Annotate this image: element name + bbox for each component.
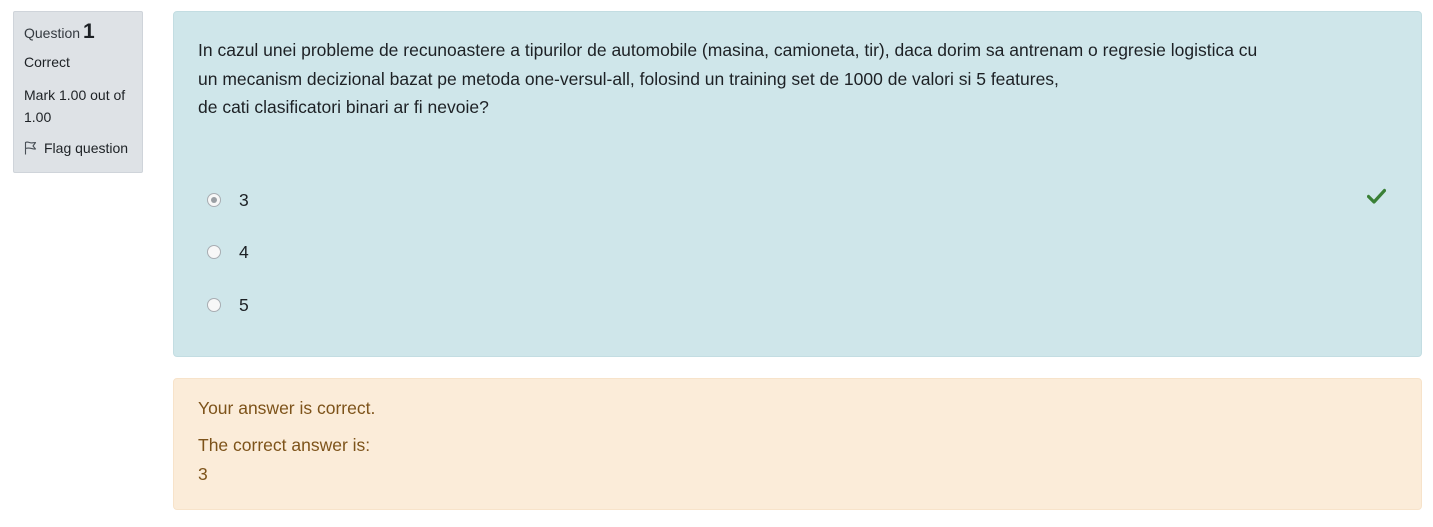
question-text-line: de cati clasificatori binari ar fi nevoi… — [198, 97, 489, 117]
feedback-text: Your answer is correct. — [198, 398, 376, 418]
answer-radio-2[interactable] — [207, 245, 221, 259]
flag-outline-icon — [24, 141, 37, 155]
question-label: Question — [24, 25, 81, 41]
question-number: Question 1 — [24, 20, 132, 44]
right-answer-value: 3 — [198, 464, 208, 484]
question-info-panel: Question 1 Correct Mark 1.00 out of 1.00 … — [13, 11, 143, 173]
answer-option-3[interactable]: 5 — [207, 295, 249, 315]
question-number-value: 1 — [83, 20, 95, 43]
answer-radio-1[interactable] — [207, 193, 221, 207]
answer-label-2: 4 — [239, 242, 249, 262]
question-text-line: un mecanism decizional bazat pe metoda o… — [198, 68, 1059, 89]
flag-question-link[interactable]: Flag question — [24, 139, 132, 157]
answer-option-2[interactable]: 4 — [207, 242, 249, 262]
right-answer-label: The correct answer is: — [198, 435, 371, 455]
question-outcome: Your answer is correct. The correct answ… — [173, 378, 1422, 510]
answer-label-3: 5 — [239, 295, 249, 315]
answer-radio-3[interactable] — [207, 298, 221, 312]
checkmark-icon — [1367, 188, 1386, 204]
question-text-line: In cazul unei probleme de recunoastere a… — [198, 40, 1258, 60]
question-text: In cazul unei probleme de recunoastere a… — [198, 36, 1358, 122]
question-state: Correct — [24, 54, 70, 70]
answer-option-1[interactable]: 3 — [207, 190, 249, 210]
question-formulation: In cazul unei probleme de recunoastere a… — [173, 11, 1422, 357]
question-grade: Mark 1.00 out of 1.00 — [24, 87, 126, 125]
answer-label-1: 3 — [239, 190, 249, 210]
flag-question-label: Flag question — [44, 140, 129, 156]
